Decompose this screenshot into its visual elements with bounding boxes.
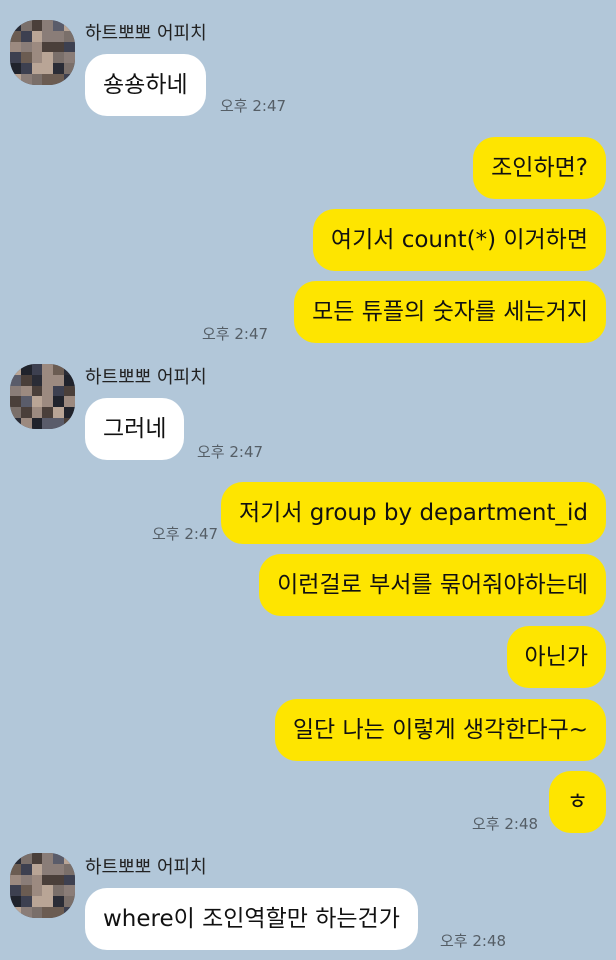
message-timestamp: 오후 2:48: [440, 932, 507, 950]
message-timestamp: 오후 2:47: [152, 525, 219, 543]
sender-avatar[interactable]: [10, 20, 75, 85]
received-message-bubble[interactable]: 그러네: [85, 398, 185, 460]
sent-message-bubble[interactable]: 저기서 group by department_id: [221, 482, 606, 544]
sent-message-bubble[interactable]: 조인하면?: [473, 137, 606, 199]
sender-avatar[interactable]: [10, 364, 75, 429]
sent-message-bubble[interactable]: 이런걸로 부서를 묶어줘야하는데: [259, 554, 606, 616]
message-timestamp: 오후 2:47: [202, 325, 269, 343]
message-timestamp: 오후 2:47: [197, 443, 264, 461]
message-timestamp: 오후 2:47: [220, 97, 287, 115]
sender-name: 하트뽀뽀 어피치: [85, 23, 207, 44]
sent-message-bubble[interactable]: 모든 튜플의 숫자를 세는거지: [294, 281, 606, 343]
sender-name: 하트뽀뽀 어피치: [85, 857, 207, 878]
sent-message-bubble[interactable]: ㅎ: [548, 771, 606, 833]
sender-avatar[interactable]: [10, 853, 75, 918]
sender-name: 하트뽀뽀 어피치: [85, 367, 207, 388]
sent-message-bubble[interactable]: 일단 나는 이렇게 생각한다구~: [274, 699, 606, 761]
received-message-bubble[interactable]: where이 조인역할만 하는건가: [85, 888, 418, 950]
sent-message-bubble[interactable]: 아닌가: [506, 626, 606, 688]
received-message-bubble[interactable]: 숑숑하네: [85, 54, 206, 116]
message-timestamp: 오후 2:48: [472, 815, 539, 833]
sent-message-bubble[interactable]: 여기서 count(*) 이거하면: [312, 209, 606, 271]
